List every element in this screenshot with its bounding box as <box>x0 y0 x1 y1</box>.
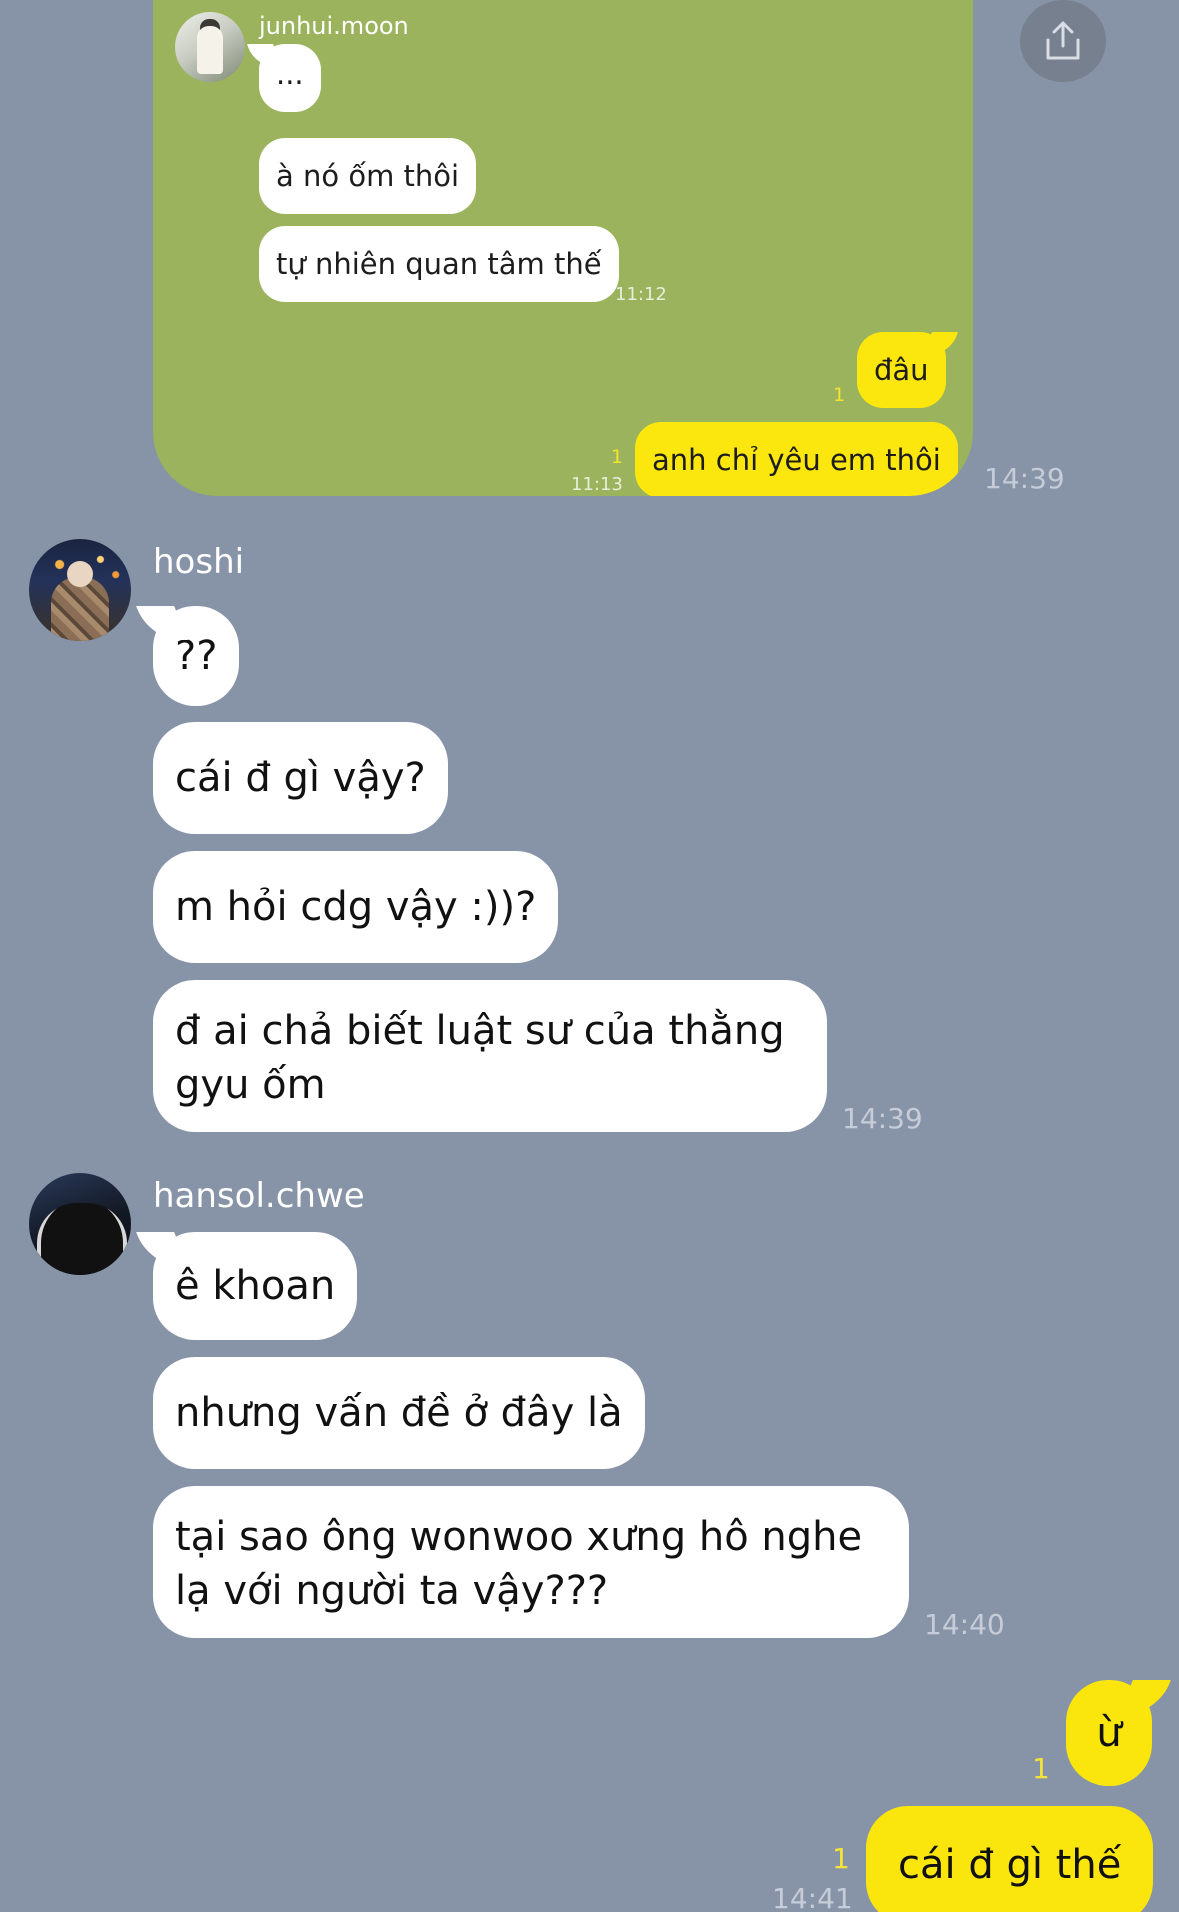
message-text: ê khoan <box>175 1263 336 1309</box>
share-button[interactable] <box>1020 0 1106 82</box>
read-count: 1 <box>1032 1752 1050 1785</box>
read-count: 1 <box>832 1842 850 1875</box>
sender-name: hansol.chwe <box>153 1176 365 1216</box>
message-bubble[interactable]: ê khoan <box>153 1232 358 1340</box>
sender-name: hoshi <box>153 542 245 582</box>
shot-my-message: anh chỉ yêu em thôi <box>635 422 958 496</box>
message-bubble[interactable]: đ ai chả biết luật sư của thằng gyu ốm <box>153 980 827 1132</box>
shot-message: ... <box>259 44 321 112</box>
message-bubble[interactable]: nhưng vấn đề ở đây là <box>153 1357 645 1469</box>
my-message-bubble[interactable]: cái đ gì thế <box>866 1806 1154 1912</box>
message-bubble[interactable]: ?? <box>153 606 240 706</box>
message-bubble[interactable]: m hỏi cdg vậy :))? <box>153 851 559 963</box>
shot-read-count: 1 <box>611 446 624 468</box>
shot-message: à nó ốm thôi <box>259 138 477 214</box>
message-time: 14:40 <box>924 1608 1005 1641</box>
shot-sender-name: junhui.moon <box>259 12 409 40</box>
message-text: ừ <box>1096 1710 1122 1756</box>
message-text: nhưng vấn đề ở đây là <box>175 1390 623 1436</box>
share-icon <box>1046 21 1080 60</box>
shared-screenshot-image[interactable]: junhui.moon ... à nó ốm thôi tự nhiên qu… <box>153 0 973 496</box>
shot-read-count: 1 <box>833 384 846 406</box>
shot-time: 11:13 <box>571 474 623 495</box>
shot-time: 11:12 <box>615 284 667 305</box>
shot-message: tự nhiên quan tâm thế <box>259 226 619 302</box>
message-text: m hỏi cdg vậy :))? <box>175 884 537 930</box>
message-bubble[interactable]: tại sao ông wonwoo xưng hô nghe lạ với n… <box>153 1486 909 1638</box>
hoshi-avatar[interactable] <box>29 539 131 641</box>
message-bubble[interactable]: cái đ gì vậy? <box>153 722 448 834</box>
shot-my-message: đâu <box>857 332 946 408</box>
message-time: 14:39 <box>842 1102 923 1135</box>
message-time: 14:41 <box>772 1882 853 1912</box>
message-text: cái đ gì vậy? <box>175 755 426 801</box>
chat-screen: junhui.moon ... à nó ốm thôi tự nhiên qu… <box>0 0 1179 1912</box>
junhui-avatar <box>175 12 245 82</box>
message-text: cái đ gì thế <box>898 1842 1122 1888</box>
my-message-bubble[interactable]: ừ <box>1066 1680 1152 1786</box>
message-time: 14:39 <box>984 462 1065 495</box>
message-text: đ ai chả biết luật sư của thằng gyu ốm <box>175 1008 785 1108</box>
message-text: ?? <box>175 633 218 679</box>
message-text: tại sao ông wonwoo xưng hô nghe lạ với n… <box>175 1514 863 1614</box>
hansol-avatar[interactable] <box>29 1173 131 1275</box>
